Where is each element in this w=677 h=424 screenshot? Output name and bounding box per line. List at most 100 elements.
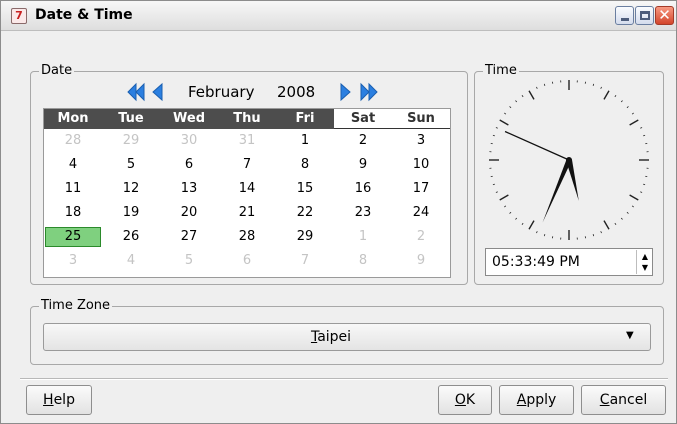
weekday-header: Sun — [392, 109, 450, 129]
calendar-day[interactable]: 28 — [219, 227, 275, 247]
calendar-day[interactable]: 11 — [45, 179, 101, 199]
minimize-icon — [621, 18, 629, 21]
clock-minute-tick — [631, 112, 634, 115]
help-button[interactable]: Help — [26, 385, 92, 415]
calendar-day[interactable]: 17 — [393, 179, 449, 199]
calendar-day[interactable]: 3 — [45, 251, 101, 271]
minimize-button[interactable] — [615, 6, 634, 25]
calendar-day[interactable]: 14 — [219, 179, 275, 199]
calendar-app-icon: 7 — [11, 8, 27, 24]
clock-hour-tick — [629, 119, 639, 126]
clock-hour-tick — [528, 220, 535, 230]
calendar-day[interactable]: 7 — [219, 155, 275, 175]
cancel-button[interactable]: Cancel — [581, 385, 666, 415]
clock-minute-tick — [620, 217, 623, 220]
clock-minute-tick — [504, 112, 507, 115]
calendar-day[interactable]: 28 — [45, 131, 101, 151]
weekday-header: Wed — [160, 109, 218, 129]
weekday-header: Mon — [44, 109, 102, 129]
analog-clock — [489, 80, 649, 240]
calendar-day[interactable]: 21 — [219, 203, 275, 223]
calendar-day[interactable]: 2 — [393, 227, 449, 247]
calendar-day[interactable]: 4 — [103, 251, 159, 271]
clock-minute-tick — [515, 217, 518, 220]
calendar-day[interactable]: 23 — [335, 203, 391, 223]
weekday-header: Sat — [334, 109, 392, 129]
calendar-day[interactable]: 6 — [219, 251, 275, 271]
right-arrow-icon[interactable] — [335, 82, 355, 102]
calendar-day[interactable]: 31 — [219, 131, 275, 151]
calendar-day[interactable]: 5 — [103, 155, 159, 175]
maximize-button[interactable] — [635, 6, 654, 25]
calendar-day[interactable]: 5 — [161, 251, 217, 271]
calendar-day[interactable]: 27 — [161, 227, 217, 247]
time-field-value[interactable]: 05:33:49 PM — [492, 254, 580, 270]
clock-hour-tick — [603, 220, 610, 230]
calendar-day[interactable]: 9 — [335, 155, 391, 175]
calendar-day[interactable]: 10 — [393, 155, 449, 175]
time-spinner[interactable]: ▲ ▼ — [636, 250, 652, 274]
calendar-day[interactable]: 18 — [45, 203, 101, 223]
calendar-day[interactable]: 13 — [161, 179, 217, 199]
timezone-group: Time Zone Taipei ▼ — [30, 298, 664, 365]
calendar-day[interactable]: 19 — [103, 203, 159, 223]
close-icon: ✕ — [658, 6, 671, 24]
timezone-dropdown[interactable]: Taipei ▼ — [43, 323, 651, 351]
clock-minute-tick — [495, 127, 498, 129]
calendar-day[interactable]: 15 — [277, 179, 333, 199]
calendar-day[interactable]: 29 — [103, 131, 159, 151]
spin-down-icon[interactable]: ▼ — [639, 262, 651, 273]
clock-minute-tick — [640, 127, 643, 129]
calendar-day[interactable]: 16 — [335, 179, 391, 199]
minute-hand — [542, 159, 572, 223]
calendar-day[interactable]: 29 — [277, 227, 333, 247]
second-hand — [504, 130, 570, 161]
clock-minute-tick — [495, 191, 498, 193]
date-group: Date February 2008 Mon Tue Wed Thu Fri Sat Sun… — [30, 63, 469, 285]
clock-minute-tick — [509, 211, 512, 214]
clock-hour-tick — [603, 90, 610, 100]
timezone-value: Taipei — [310, 329, 352, 345]
time-field[interactable]: 05:33:49 PM ▲ ▼ — [485, 248, 653, 276]
clock-minute-tick — [643, 134, 646, 137]
calendar-day[interactable]: 24 — [393, 203, 449, 223]
apply-button[interactable]: Apply — [499, 385, 574, 415]
calendar-day[interactable]: 4 — [45, 155, 101, 175]
calendar-day[interactable]: 1 — [335, 227, 391, 247]
calendar-day[interactable]: 3 — [393, 131, 449, 151]
calendar-day[interactable]: 2 — [335, 131, 391, 151]
clock-minute-tick — [515, 100, 518, 103]
calendar-day[interactable]: 7 — [277, 251, 333, 271]
clock-minute-tick — [521, 222, 524, 225]
clock-minute-tick — [536, 231, 538, 234]
calendar-day[interactable]: 12 — [103, 179, 159, 199]
calendar-day[interactable]: 8 — [335, 251, 391, 271]
calendar-day[interactable]: 9 — [393, 251, 449, 271]
calendar-day[interactable]: 25 — [45, 227, 101, 247]
date-group-title: Date — [39, 63, 75, 79]
calendar-day[interactable]: 22 — [277, 203, 333, 223]
spin-up-icon[interactable]: ▲ — [639, 251, 651, 262]
clock-center — [566, 157, 572, 163]
calendar-day[interactable]: 6 — [161, 155, 217, 175]
clock-minute-tick — [592, 234, 595, 237]
year-label: 2008 — [277, 83, 316, 101]
ok-button[interactable]: OK — [438, 385, 492, 415]
month-navigation: February 2008 — [31, 80, 469, 104]
double-right-arrow-icon[interactable] — [359, 82, 379, 102]
calendar-day[interactable]: 1 — [277, 131, 333, 151]
close-button[interactable]: ✕ — [655, 6, 674, 25]
clock-minute-tick — [600, 231, 602, 234]
title-bar[interactable]: 7 Date & Time ✕ — [1, 1, 676, 31]
weekday-header: Fri — [276, 109, 334, 129]
double-left-arrow-icon[interactable] — [126, 82, 146, 102]
calendar-header-row: Mon Tue Wed Thu Fri Sat Sun — [44, 109, 450, 129]
left-arrow-icon[interactable] — [148, 82, 168, 102]
calendar-day[interactable]: 30 — [161, 131, 217, 151]
month-label: February — [188, 83, 255, 101]
calendar-day[interactable]: 8 — [277, 155, 333, 175]
calendar-day[interactable]: 26 — [103, 227, 159, 247]
calendar-day[interactable]: 20 — [161, 203, 217, 223]
clock-minute-tick — [614, 95, 617, 98]
clock-minute-tick — [626, 106, 629, 109]
